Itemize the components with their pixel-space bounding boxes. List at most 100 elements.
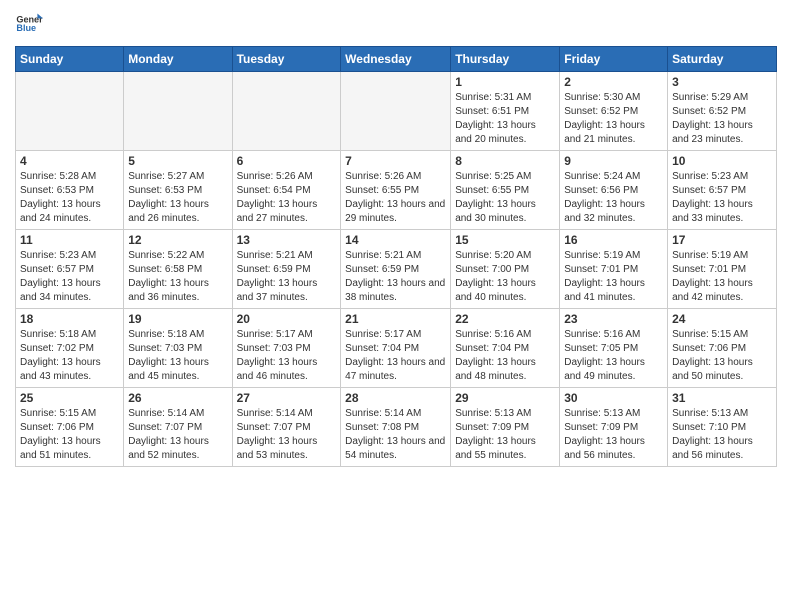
day-number: 25 bbox=[20, 391, 119, 405]
day-info: Sunrise: 5:19 AMSunset: 7:01 PMDaylight:… bbox=[672, 249, 772, 305]
day-info: Sunrise: 5:27 AMSunset: 6:53 PMDaylight:… bbox=[128, 170, 227, 226]
calendar-cell: 25 Sunrise: 5:15 AMSunset: 7:06 PMDayligh… bbox=[16, 388, 124, 467]
day-info: Sunrise: 5:22 AMSunset: 6:58 PMDaylight:… bbox=[128, 249, 227, 305]
calendar-cell: 4 Sunrise: 5:28 AMSunset: 6:53 PMDaylight… bbox=[16, 151, 124, 230]
weekday-header-friday: Friday bbox=[560, 47, 668, 72]
day-info: Sunrise: 5:23 AMSunset: 6:57 PMDaylight:… bbox=[20, 249, 119, 305]
day-info: Sunrise: 5:16 AMSunset: 7:04 PMDaylight:… bbox=[455, 328, 555, 384]
weekday-header-row: SundayMondayTuesdayWednesdayThursdayFrid… bbox=[16, 47, 777, 72]
day-number: 19 bbox=[128, 312, 227, 326]
week-row-4: 18Sunrise: 5:18 AMSunset: 7:02 PMDayligh… bbox=[16, 309, 777, 388]
day-number: 3 bbox=[672, 75, 772, 89]
day-number: 6 bbox=[237, 154, 337, 168]
day-number: 30 bbox=[564, 391, 663, 405]
calendar-cell: 21 Sunrise: 5:17 AMSunset: 7:04 PMDayligh… bbox=[341, 309, 451, 388]
day-info: Sunrise: 5:15 AMSunset: 7:06 PMDaylight:… bbox=[20, 407, 119, 463]
day-info: Sunrise: 5:26 AMSunset: 6:54 PMDaylight:… bbox=[237, 170, 337, 226]
day-info: Sunrise: 5:15 AMSunset: 7:06 PMDaylight:… bbox=[672, 328, 772, 384]
day-number: 11 bbox=[20, 233, 119, 247]
day-info: Sunrise: 5:29 AMSunset: 6:52 PMDaylight:… bbox=[672, 91, 772, 147]
day-info: Sunrise: 5:13 AMSunset: 7:09 PMDaylight:… bbox=[564, 407, 663, 463]
day-number: 5 bbox=[128, 154, 227, 168]
day-number: 29 bbox=[455, 391, 555, 405]
day-info: Sunrise: 5:23 AMSunset: 6:57 PMDaylight:… bbox=[672, 170, 772, 226]
day-info: Sunrise: 5:14 AMSunset: 7:07 PMDaylight:… bbox=[128, 407, 227, 463]
week-row-3: 11 Sunrise: 5:23 AMSunset: 6:57 PMDayligh… bbox=[16, 230, 777, 309]
day-info: Sunrise: 5:16 AMSunset: 7:05 PMDaylight:… bbox=[564, 328, 663, 384]
day-number: 21 bbox=[345, 312, 446, 326]
day-info: Sunrise: 5:26 AMSunset: 6:55 PMDaylight:… bbox=[345, 170, 446, 226]
day-info: Sunrise: 5:21 AMSunset: 6:59 PMDaylight:… bbox=[237, 249, 337, 305]
day-info: Sunrise: 5:19 AMSunset: 7:01 PMDaylight:… bbox=[564, 249, 663, 305]
day-number: 16 bbox=[564, 233, 663, 247]
calendar-cell: 5 Sunrise: 5:27 AMSunset: 6:53 PMDaylight… bbox=[124, 151, 232, 230]
day-number: 9 bbox=[564, 154, 663, 168]
day-info: Sunrise: 5:28 AMSunset: 6:53 PMDaylight:… bbox=[20, 170, 119, 226]
calendar-cell: 22 Sunrise: 5:16 AMSunset: 7:04 PMDayligh… bbox=[451, 309, 560, 388]
calendar-cell bbox=[16, 72, 124, 151]
day-number: 13 bbox=[237, 233, 337, 247]
calendar-cell: 15Sunrise: 5:20 AMSunset: 7:00 PMDayligh… bbox=[451, 230, 560, 309]
day-info: Sunrise: 5:18 AMSunset: 7:03 PMDaylight:… bbox=[128, 328, 227, 384]
logo-icon: General Blue bbox=[15, 10, 43, 38]
week-row-2: 4 Sunrise: 5:28 AMSunset: 6:53 PMDaylight… bbox=[16, 151, 777, 230]
calendar-cell: 30 Sunrise: 5:13 AMSunset: 7:09 PMDayligh… bbox=[560, 388, 668, 467]
day-number: 1 bbox=[455, 75, 555, 89]
weekday-header-wednesday: Wednesday bbox=[341, 47, 451, 72]
day-info: Sunrise: 5:24 AMSunset: 6:56 PMDaylight:… bbox=[564, 170, 663, 226]
day-number: 17 bbox=[672, 233, 772, 247]
day-number: 23 bbox=[564, 312, 663, 326]
calendar-cell: 9 Sunrise: 5:24 AMSunset: 6:56 PMDaylight… bbox=[560, 151, 668, 230]
calendar-cell: 10Sunrise: 5:23 AMSunset: 6:57 PMDayligh… bbox=[668, 151, 777, 230]
calendar-cell: 17 Sunrise: 5:19 AMSunset: 7:01 PMDayligh… bbox=[668, 230, 777, 309]
day-info: Sunrise: 5:14 AMSunset: 7:07 PMDaylight:… bbox=[237, 407, 337, 463]
weekday-header-tuesday: Tuesday bbox=[232, 47, 341, 72]
calendar-cell: 23 Sunrise: 5:16 AMSunset: 7:05 PMDayligh… bbox=[560, 309, 668, 388]
calendar-cell: 29 Sunrise: 5:13 AMSunset: 7:09 PMDayligh… bbox=[451, 388, 560, 467]
day-info: Sunrise: 5:17 AMSunset: 7:03 PMDaylight:… bbox=[237, 328, 337, 384]
day-number: 31 bbox=[672, 391, 772, 405]
weekday-header-monday: Monday bbox=[124, 47, 232, 72]
calendar-cell: 11 Sunrise: 5:23 AMSunset: 6:57 PMDayligh… bbox=[16, 230, 124, 309]
day-info: Sunrise: 5:31 AMSunset: 6:51 PMDaylight:… bbox=[455, 91, 555, 147]
calendar-cell: 27 Sunrise: 5:14 AMSunset: 7:07 PMDayligh… bbox=[232, 388, 341, 467]
day-info: Sunrise: 5:18 AMSunset: 7:02 PMDaylight:… bbox=[20, 328, 119, 384]
day-info: Sunrise: 5:25 AMSunset: 6:55 PMDaylight:… bbox=[455, 170, 555, 226]
day-number: 20 bbox=[237, 312, 337, 326]
calendar-cell: 6 Sunrise: 5:26 AMSunset: 6:54 PMDaylight… bbox=[232, 151, 341, 230]
day-number: 4 bbox=[20, 154, 119, 168]
calendar-cell: 2Sunrise: 5:30 AMSunset: 6:52 PMDaylight… bbox=[560, 72, 668, 151]
page-header: General Blue bbox=[15, 10, 777, 38]
day-info: Sunrise: 5:13 AMSunset: 7:09 PMDaylight:… bbox=[455, 407, 555, 463]
calendar-cell: 12 Sunrise: 5:22 AMSunset: 6:58 PMDayligh… bbox=[124, 230, 232, 309]
calendar-cell: 26 Sunrise: 5:14 AMSunset: 7:07 PMDayligh… bbox=[124, 388, 232, 467]
day-number: 28 bbox=[345, 391, 446, 405]
day-number: 8 bbox=[455, 154, 555, 168]
day-number: 27 bbox=[237, 391, 337, 405]
calendar-cell bbox=[232, 72, 341, 151]
calendar-cell: 13 Sunrise: 5:21 AMSunset: 6:59 PMDayligh… bbox=[232, 230, 341, 309]
day-info: Sunrise: 5:17 AMSunset: 7:04 PMDaylight:… bbox=[345, 328, 446, 384]
calendar-cell: 16 Sunrise: 5:19 AMSunset: 7:01 PMDayligh… bbox=[560, 230, 668, 309]
calendar-cell: 1 Sunrise: 5:31 AMSunset: 6:51 PMDaylight… bbox=[451, 72, 560, 151]
weekday-header-sunday: Sunday bbox=[16, 47, 124, 72]
weekday-header-thursday: Thursday bbox=[451, 47, 560, 72]
day-info: Sunrise: 5:30 AMSunset: 6:52 PMDaylight:… bbox=[564, 91, 663, 147]
calendar-cell: 28 Sunrise: 5:14 AMSunset: 7:08 PMDayligh… bbox=[341, 388, 451, 467]
calendar-cell: 31 Sunrise: 5:13 AMSunset: 7:10 PMDayligh… bbox=[668, 388, 777, 467]
day-number: 24 bbox=[672, 312, 772, 326]
calendar-table: SundayMondayTuesdayWednesdayThursdayFrid… bbox=[15, 46, 777, 467]
logo: General Blue bbox=[15, 10, 43, 38]
calendar-cell: 8 Sunrise: 5:25 AMSunset: 6:55 PMDaylight… bbox=[451, 151, 560, 230]
week-row-1: 1 Sunrise: 5:31 AMSunset: 6:51 PMDaylight… bbox=[16, 72, 777, 151]
calendar-cell: 20 Sunrise: 5:17 AMSunset: 7:03 PMDayligh… bbox=[232, 309, 341, 388]
day-info: Sunrise: 5:14 AMSunset: 7:08 PMDaylight:… bbox=[345, 407, 446, 463]
day-number: 12 bbox=[128, 233, 227, 247]
calendar-cell: 18Sunrise: 5:18 AMSunset: 7:02 PMDayligh… bbox=[16, 309, 124, 388]
calendar-cell: 7Sunrise: 5:26 AMSunset: 6:55 PMDaylight… bbox=[341, 151, 451, 230]
day-info: Sunrise: 5:13 AMSunset: 7:10 PMDaylight:… bbox=[672, 407, 772, 463]
weekday-header-saturday: Saturday bbox=[668, 47, 777, 72]
day-number: 22 bbox=[455, 312, 555, 326]
day-number: 14 bbox=[345, 233, 446, 247]
day-number: 26 bbox=[128, 391, 227, 405]
